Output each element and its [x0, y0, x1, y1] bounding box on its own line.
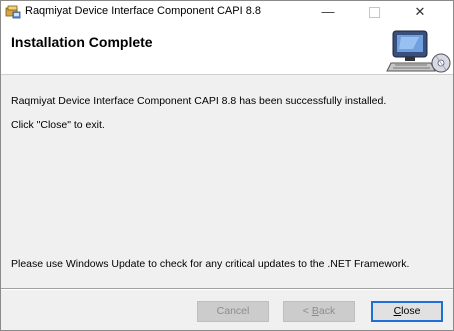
maximize-button[interactable] — [357, 1, 391, 23]
title-bar[interactable]: Raqmiyat Device Interface Component CAPI… — [1, 1, 453, 23]
back-button[interactable]: < Back — [283, 301, 355, 322]
installer-window: Raqmiyat Device Interface Component CAPI… — [0, 0, 454, 331]
header-banner: Installation Complete — [1, 23, 453, 75]
footer-divider-highlight — [1, 289, 453, 290]
success-message: Raqmiyat Device Interface Component CAPI… — [11, 95, 387, 107]
installer-app-icon — [5, 5, 21, 19]
computer-setup-icon — [386, 30, 451, 73]
exit-hint: Click "Close" to exit. — [11, 119, 105, 131]
window-title: Raqmiyat Device Interface Component CAPI… — [25, 5, 262, 17]
back-button-prefix: < — [302, 305, 312, 317]
close-window-button[interactable]: ✕ — [403, 1, 437, 23]
close-button[interactable]: Close — [371, 301, 443, 322]
minimize-button[interactable]: — — [311, 1, 345, 23]
update-hint: Please use Windows Update to check for a… — [11, 258, 410, 270]
maximize-icon — [368, 7, 380, 19]
back-button-accelerator: B — [311, 305, 319, 317]
close-button-label: lose — [401, 305, 421, 317]
back-button-label: ack — [318, 305, 336, 317]
cancel-button[interactable]: Cancel — [197, 301, 269, 322]
page-title: Installation Complete — [11, 34, 153, 50]
